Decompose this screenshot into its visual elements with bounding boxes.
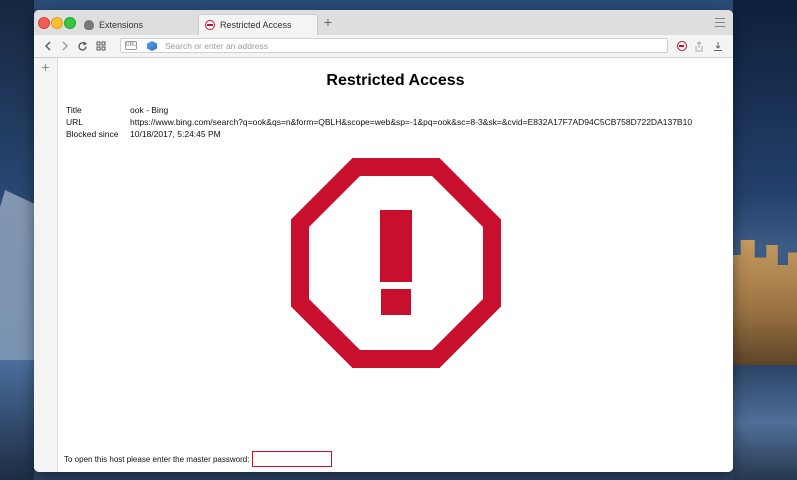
desktop-ground (733, 365, 797, 480)
info-value: 10/18/2017, 5:24:45 PM (130, 129, 221, 139)
tab-bar: Extensions Restricted Access + (34, 10, 733, 35)
page-title: Restricted Access (326, 72, 465, 89)
info-row-blocked-since: Blocked since 10/18/2017, 5:24:45 PM (66, 129, 692, 141)
password-prompt-row: To open this host please enter the maste… (64, 451, 333, 467)
grid-icon (96, 41, 106, 51)
tab-extensions[interactable]: Extensions (78, 14, 198, 35)
info-label: Blocked since (66, 129, 119, 139)
close-window-button[interactable] (38, 17, 50, 29)
add-panel-button[interactable]: + (39, 60, 52, 74)
blocker-extension-button[interactable] (674, 38, 690, 54)
browser-window: Extensions Restricted Access + URL Searc… (34, 10, 733, 472)
zoom-window-button[interactable] (64, 17, 76, 29)
blocked-site-icon (677, 41, 687, 51)
extensions-icon (84, 19, 94, 30)
download-icon (714, 41, 722, 51)
reload-icon (77, 41, 87, 51)
reload-button[interactable] (74, 38, 90, 54)
info-label: Title (66, 105, 82, 115)
desktop-windmill (0, 190, 34, 360)
speed-dial-button[interactable] (93, 38, 109, 54)
navigation-toolbar: URL (34, 35, 733, 58)
info-row-title: Title ook - Bing (66, 105, 692, 117)
tab-label: Restricted Access (220, 20, 292, 30)
master-password-input[interactable] (252, 451, 333, 467)
tab-label: Extensions (99, 19, 144, 30)
sidebar: + (34, 58, 58, 472)
extension-cube-icon[interactable] (147, 41, 157, 51)
downloads-button[interactable] (710, 38, 726, 54)
info-value: https://www.bing.com/search?q=ook&qs=n&f… (130, 117, 693, 127)
page-content: Restricted Access Title ook - Bing URL h… (58, 58, 733, 472)
blocked-site-info: Title ook - Bing URL https://www.bing.co… (66, 105, 692, 141)
info-value: ook - Bing (130, 105, 169, 115)
password-label: To open this host please enter the maste… (64, 454, 250, 464)
tab-menu-icon[interactable] (715, 18, 725, 27)
chevron-left-icon (45, 41, 51, 51)
share-icon (695, 40, 703, 51)
address-input[interactable] (165, 39, 645, 52)
site-info-icon[interactable]: URL (125, 41, 137, 50)
address-bar[interactable]: URL (120, 38, 668, 53)
new-tab-button[interactable]: + (320, 14, 336, 31)
minimize-window-button[interactable] (51, 17, 63, 29)
tab-restricted-access[interactable]: Restricted Access (198, 14, 318, 35)
forward-button[interactable] (57, 38, 73, 54)
back-button[interactable] (40, 38, 56, 54)
blocked-site-icon (205, 20, 215, 30)
info-label: URL (66, 117, 84, 127)
stop-sign-exclamation-icon (291, 158, 501, 368)
info-row-url: URL https://www.bing.com/search?q=ook&qs… (66, 117, 692, 129)
chevron-right-icon (62, 41, 68, 51)
share-button[interactable] (691, 38, 707, 54)
